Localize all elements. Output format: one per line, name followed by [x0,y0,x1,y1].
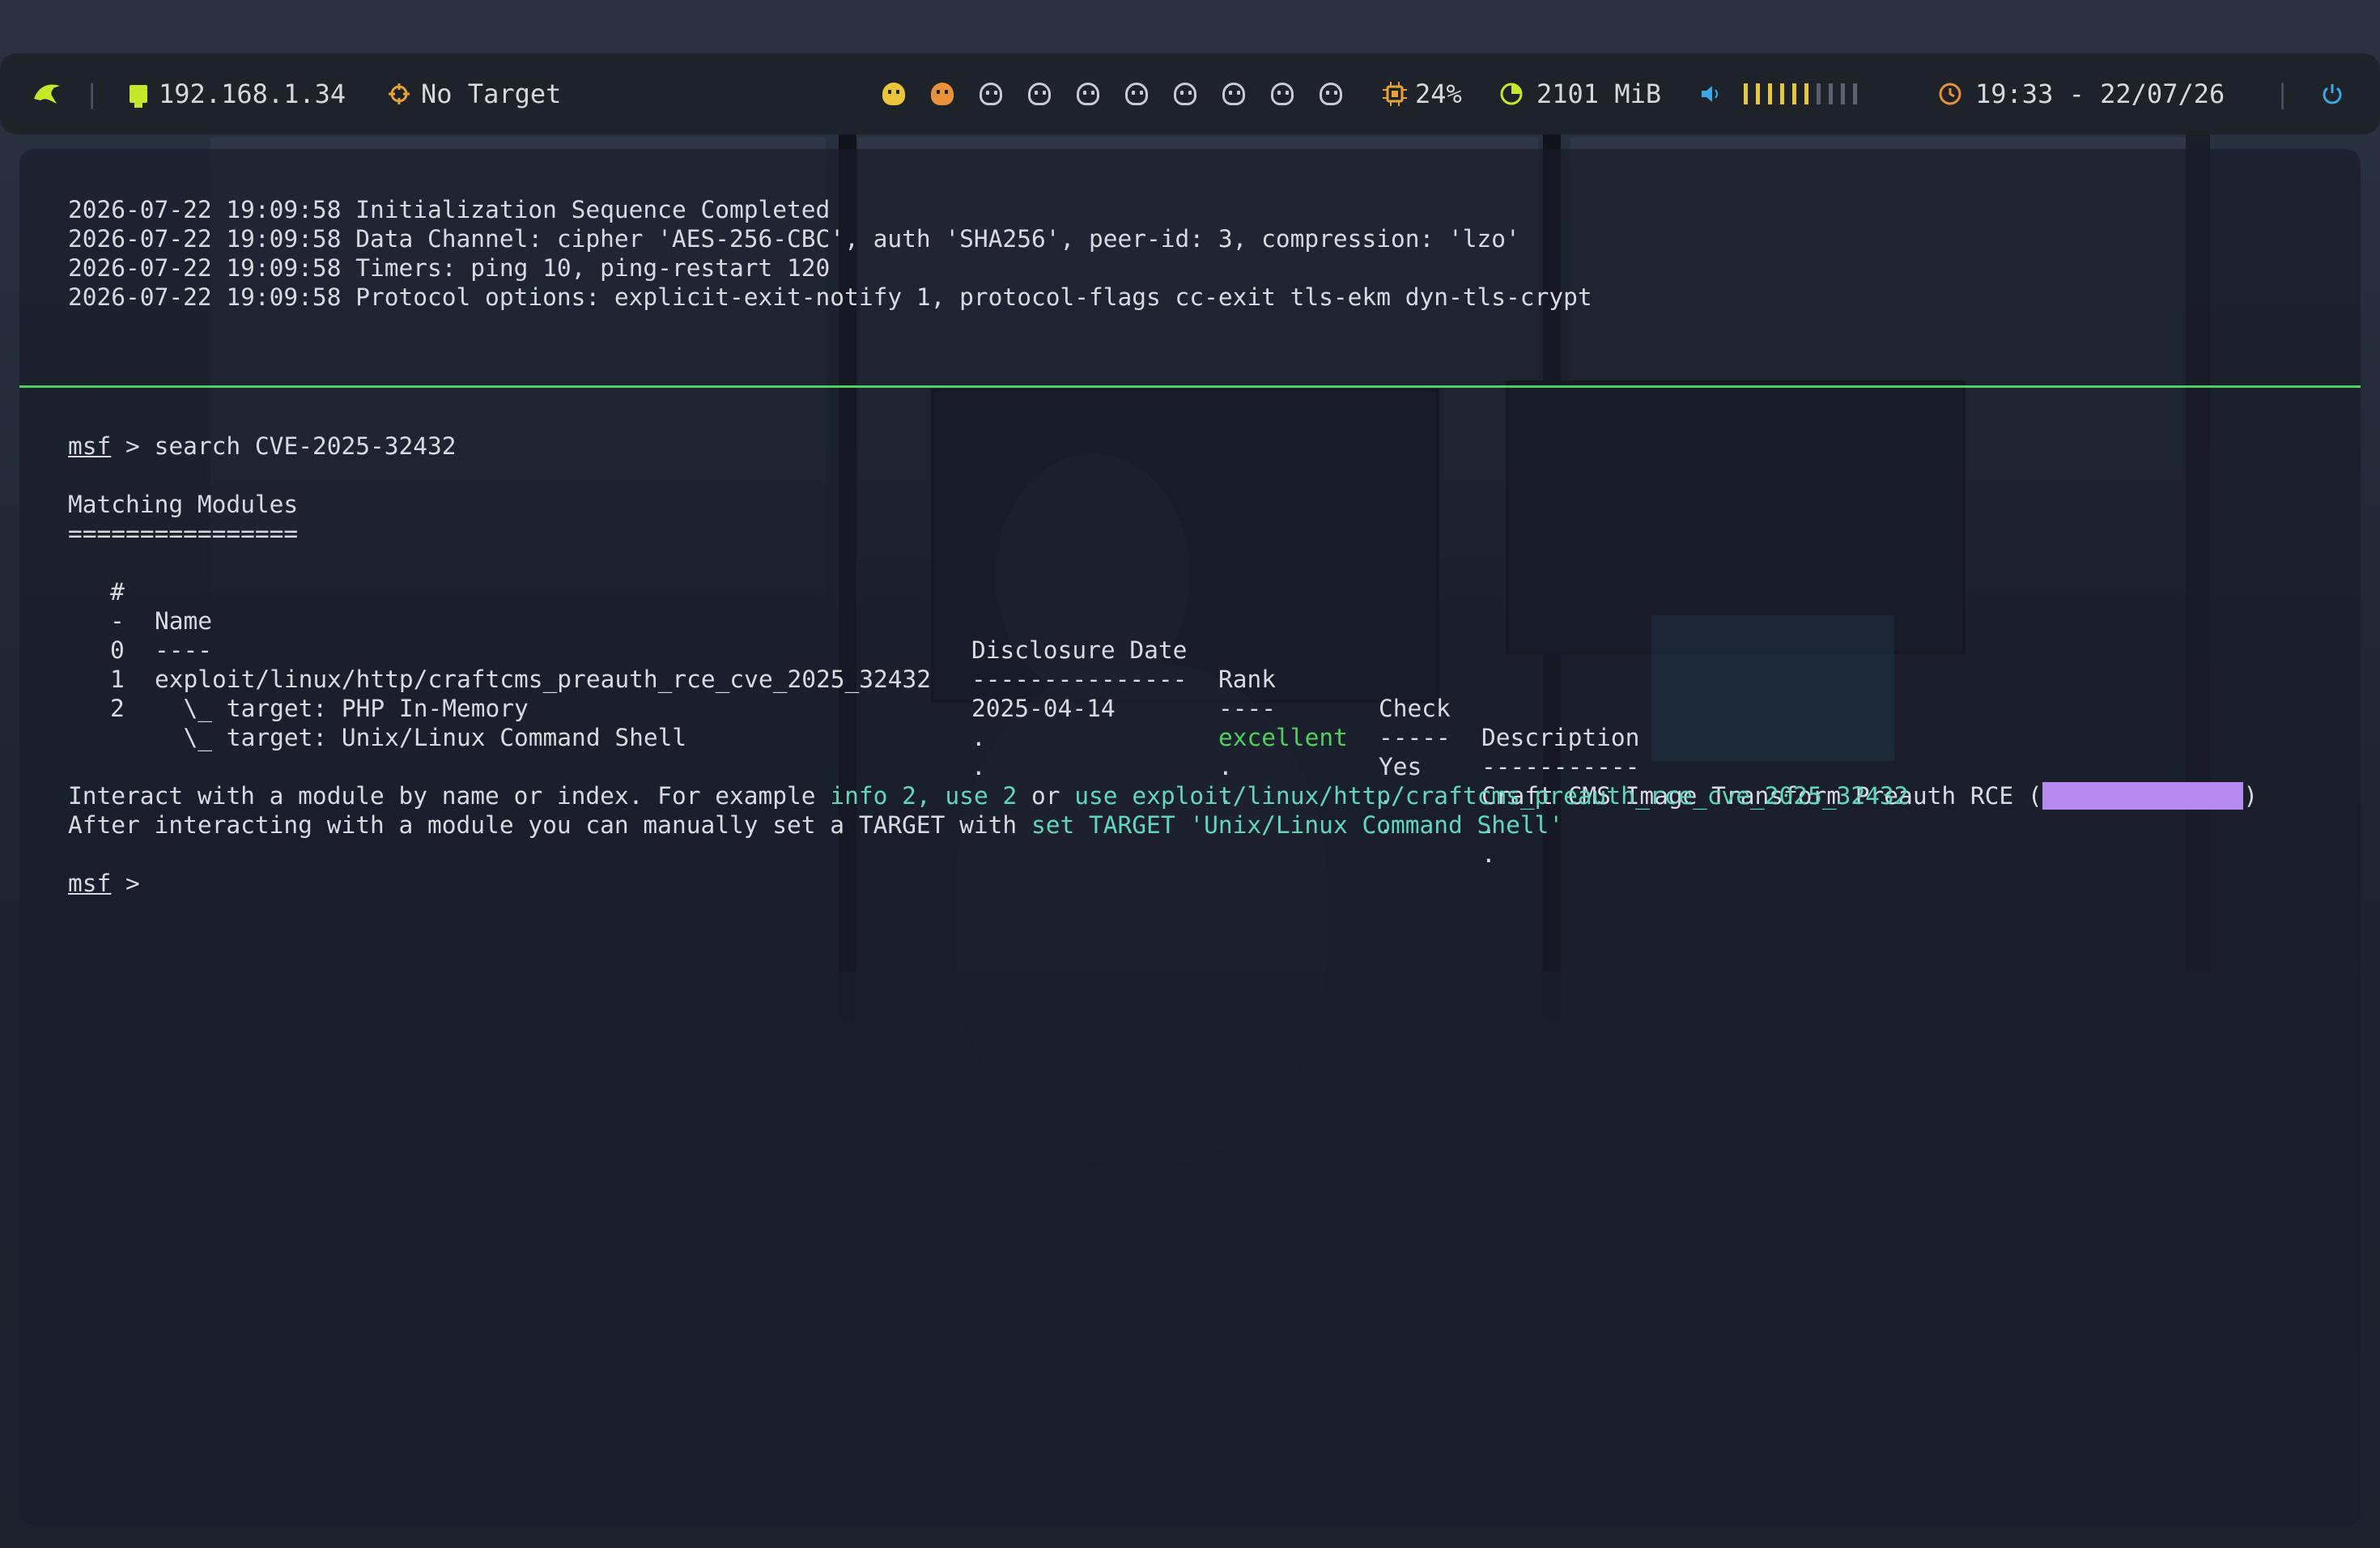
memory-usage: 2101 MiB [1536,79,1662,109]
results-heading: Matching Modules [68,491,299,518]
memory-pie-icon [1500,83,1523,105]
workspace-3-skull-icon[interactable] [980,83,1002,105]
volume-segment [1804,83,1808,104]
hint-text: After interacting with a module you can … [68,811,1031,839]
volume-segment [1768,83,1772,104]
volume-segment [1780,83,1784,104]
cpu-icon [1383,82,1407,106]
rank-value: excellent [1218,724,1348,751]
terminal-window[interactable]: 2026-07-22 19:09:58 Initialization Seque… [19,149,2361,1525]
cve-highlight: CVE-2025-32432 [2042,782,2244,810]
table-row[interactable]: 1 \_ target: PHP In-Memory . . . . [19,636,2361,839]
workspace-2-skull-icon[interactable] [931,83,954,105]
prompt-suffix: > [111,432,155,460]
pane-divider[interactable] [19,385,2361,388]
command-text: search CVE-2025-32432 [154,432,457,460]
target-label: No Target [421,79,562,109]
disclosure-date: . [971,724,986,751]
check-value: Yes [1379,753,1422,780]
volume-segment [1756,83,1760,104]
ip-address: 192.168.1.34 [159,79,346,109]
speaker-icon [1702,86,1718,102]
hint-text: , [916,782,946,810]
workspace-10-skull-icon[interactable] [1320,83,1342,105]
col-desc-underline: ----------- [1481,753,1640,780]
volume-level-meter[interactable] [1744,83,1865,104]
hint-command: info 2 [830,782,916,810]
volume-widget[interactable] [1700,53,1865,134]
clock-widget[interactable]: 19:33 - 22/07/26 [1938,53,2225,134]
memory-widget[interactable]: 2101 MiB [1499,53,1661,134]
prompt-suffix: > [111,870,155,897]
col-check-header: Check [1379,695,1451,722]
results-heading-underline: ================ [68,520,299,547]
volume-segment [1817,83,1821,104]
vpn-log-line: 2026-07-22 19:09:58 Protocol options: ex… [68,283,1592,311]
ip-widget[interactable]: 192.168.1.34 [130,53,346,134]
msf-prompt: msf [68,432,112,460]
workspace-8-skull-icon[interactable] [1222,83,1245,105]
dragon-icon[interactable] [31,53,63,134]
table-row[interactable]: 0 exploit/linux/http/craftcms_preauth_rc… [19,606,2361,810]
hint-line: Interact with a module by name or index.… [68,781,1908,810]
workspace-9-skull-icon[interactable] [1271,83,1294,105]
module-name: \_ target: PHP In-Memory [155,695,529,722]
workspace-7-skull-icon[interactable] [1174,83,1196,105]
clock-label: 19:33 - 22/07/26 [1975,79,2225,109]
volume-segment [1744,83,1748,104]
col-rank-underline: ---- [1218,695,1277,722]
description: . [1481,840,1496,868]
disclosure-date: 2025-04-14 [971,695,1116,722]
hint-text: or [1017,782,1075,810]
description-end: ) [2243,782,2259,810]
volume-segment [1792,83,1796,104]
workspace-5-skull-icon[interactable] [1077,83,1099,105]
workspace-6-skull-icon[interactable] [1125,83,1148,105]
workspace-switcher [882,53,1368,134]
table-header: # Name Disclosure Date Rank Check Descri… [19,548,2361,751]
clock-icon [1939,83,1961,105]
command-line: msf > search CVE-2025-32432 [68,432,457,461]
hint-line: After interacting with a module you can … [68,810,1563,840]
hint-command: use exploit/linux/http/craftcms_preauth_… [1074,782,1909,810]
rank-value: . [1218,753,1233,780]
workspace-1-skull-icon[interactable] [882,83,905,105]
msf-prompt: msf [68,870,112,897]
table-header-underline: - ---- --------------- ---- ----- ------… [19,577,2361,780]
hint-text: Interact with a module by name or index.… [68,782,831,810]
active-prompt-line[interactable]: msf > [68,869,155,898]
disclosure-date: . [971,753,986,780]
vpn-log-line: 2026-07-22 19:09:58 Timers: ping 10, pin… [68,254,831,282]
col-desc-header: Description [1481,724,1640,751]
volume-segment [1853,83,1857,104]
vpn-log-line: 2026-07-22 19:09:58 Initialization Seque… [68,196,831,223]
target-widget[interactable]: No Target [389,53,561,134]
vpn-log-line: 2026-07-22 19:09:58 Data Channel: cipher… [68,225,1520,253]
volume-segment [1841,83,1845,104]
crosshair-icon [389,83,410,104]
table-row[interactable]: 2 \_ target: Unix/Linux Command Shell . … [19,665,2361,868]
cpu-widget[interactable]: 24% [1383,53,1462,134]
hint-command: set TARGET 'Unix/Linux Command Shell' [1031,811,1564,839]
separator: | [2275,79,2291,109]
workspace-4-skull-icon[interactable] [1028,83,1051,105]
power-icon[interactable] [2320,53,2344,134]
cpu-usage: 24% [1415,79,1462,109]
row-num: 2 [110,695,125,722]
status-bar: | 192.168.1.34 No Target 24% 2101 MiB 19… [0,53,2380,134]
col-check-underline: ----- [1379,724,1451,751]
hint-command: use 2 [945,782,1018,810]
module-name: \_ target: Unix/Linux Command Shell [155,724,687,751]
monitor-icon [130,85,147,108]
separator: | [84,79,100,109]
volume-segment [1829,83,1833,104]
